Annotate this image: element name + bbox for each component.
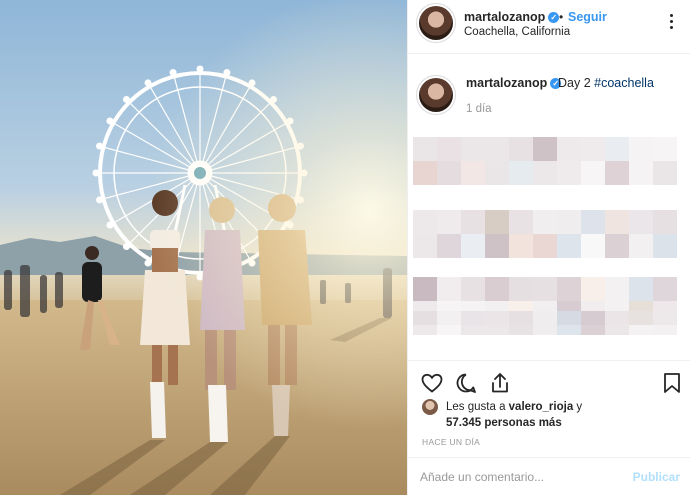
blur-block: [605, 277, 629, 301]
blur-block: [605, 234, 629, 258]
caption-text: Day 2 #coachella: [558, 76, 654, 90]
blur-block: [509, 311, 533, 335]
blur-block: [581, 234, 605, 258]
blur-block: [533, 277, 557, 301]
blur-block: [437, 234, 461, 258]
blur-block: [437, 311, 461, 335]
post-header: martalozanop ✓ • Seguir Coachella, Califo…: [408, 0, 690, 54]
blur-block: [653, 210, 677, 234]
blur-block: [533, 311, 557, 335]
blur-block: [533, 137, 557, 161]
blur-block: [509, 277, 533, 301]
blur-block: [653, 161, 677, 185]
blur-block: [533, 161, 557, 185]
blur-block: [461, 277, 485, 301]
comment-form: Publicar: [408, 457, 690, 495]
blur-block: [581, 210, 605, 234]
blur-block: [581, 277, 605, 301]
blur-block: [485, 210, 509, 234]
caption-time: 1 día: [466, 103, 492, 115]
blur-block: [557, 234, 581, 258]
blur-block: [653, 234, 677, 258]
blur-block: [533, 210, 557, 234]
verified-icon: ✓: [548, 12, 560, 23]
blur-block: [581, 137, 605, 161]
hashtag-link[interactable]: #coachella: [594, 76, 654, 90]
blur-block: [653, 277, 677, 301]
blur-block: [461, 311, 485, 335]
blur-block: [461, 137, 485, 161]
bookmark-icon[interactable]: [660, 371, 684, 395]
blur-block: [605, 210, 629, 234]
blur-block: [557, 311, 581, 335]
caption-username[interactable]: martalozanop ✓: [466, 76, 562, 90]
blur-block: [629, 311, 653, 335]
photo-illustration: [0, 0, 407, 495]
blur-block: [581, 161, 605, 185]
blur-block: [437, 210, 461, 234]
blur-block: [485, 311, 509, 335]
heart-icon[interactable]: [420, 371, 444, 395]
blur-block: [437, 277, 461, 301]
blurred-comments: [413, 115, 688, 355]
blur-block: [629, 277, 653, 301]
blur-block: [485, 161, 509, 185]
blur-block: [509, 137, 533, 161]
blur-block: [485, 137, 509, 161]
ellipsis-vertical-icon[interactable]: [664, 14, 678, 30]
blur-block: [413, 210, 437, 234]
blur-block: [581, 311, 605, 335]
liker-username[interactable]: valero_rioja: [509, 401, 574, 413]
publish-button[interactable]: Publicar: [633, 470, 680, 484]
location-link[interactable]: Coachella, California: [464, 26, 570, 38]
separator-dot: •: [559, 10, 564, 24]
blur-block: [605, 311, 629, 335]
author-avatar[interactable]: [419, 6, 453, 40]
blur-block: [557, 161, 581, 185]
post-side-panel: martalozanop ✓ • Seguir Coachella, Califo…: [408, 0, 690, 495]
likes-count[interactable]: 57.345 personas más: [446, 416, 562, 431]
caption-avatar[interactable]: [419, 78, 453, 112]
blur-block: [557, 210, 581, 234]
blur-block: [509, 210, 533, 234]
author-username[interactable]: martalozanop ✓: [464, 10, 560, 24]
blur-block: [629, 137, 653, 161]
blur-block: [437, 137, 461, 161]
blur-block: [461, 234, 485, 258]
blur-block: [509, 161, 533, 185]
blur-block: [413, 137, 437, 161]
blur-block: [653, 311, 677, 335]
blur-block: [629, 234, 653, 258]
blur-block: [413, 161, 437, 185]
liker-avatar[interactable]: [422, 399, 438, 415]
post-photo[interactable]: [0, 0, 407, 495]
blur-block: [485, 277, 509, 301]
blur-block: [461, 161, 485, 185]
blur-block: [605, 137, 629, 161]
post-timestamp[interactable]: HACE UN DÍA: [422, 437, 480, 447]
blur-block: [509, 234, 533, 258]
blur-block: [605, 161, 629, 185]
blur-block: [557, 137, 581, 161]
blur-block: [557, 277, 581, 301]
follow-button[interactable]: Seguir: [568, 10, 607, 24]
likes-line-1: Les gusta a valero_rioja y: [446, 401, 583, 413]
blur-block: [461, 210, 485, 234]
share-icon[interactable]: [488, 371, 512, 395]
blur-block: [629, 161, 653, 185]
blur-block: [485, 234, 509, 258]
comment-icon[interactable]: [454, 371, 478, 395]
blur-block: [413, 277, 437, 301]
action-bar: [408, 360, 690, 400]
blur-block: [533, 234, 557, 258]
blur-block: [653, 137, 677, 161]
blur-block: [437, 161, 461, 185]
blur-block: [629, 210, 653, 234]
comment-input[interactable]: [420, 468, 620, 486]
blur-block: [413, 311, 437, 335]
blur-block: [413, 234, 437, 258]
